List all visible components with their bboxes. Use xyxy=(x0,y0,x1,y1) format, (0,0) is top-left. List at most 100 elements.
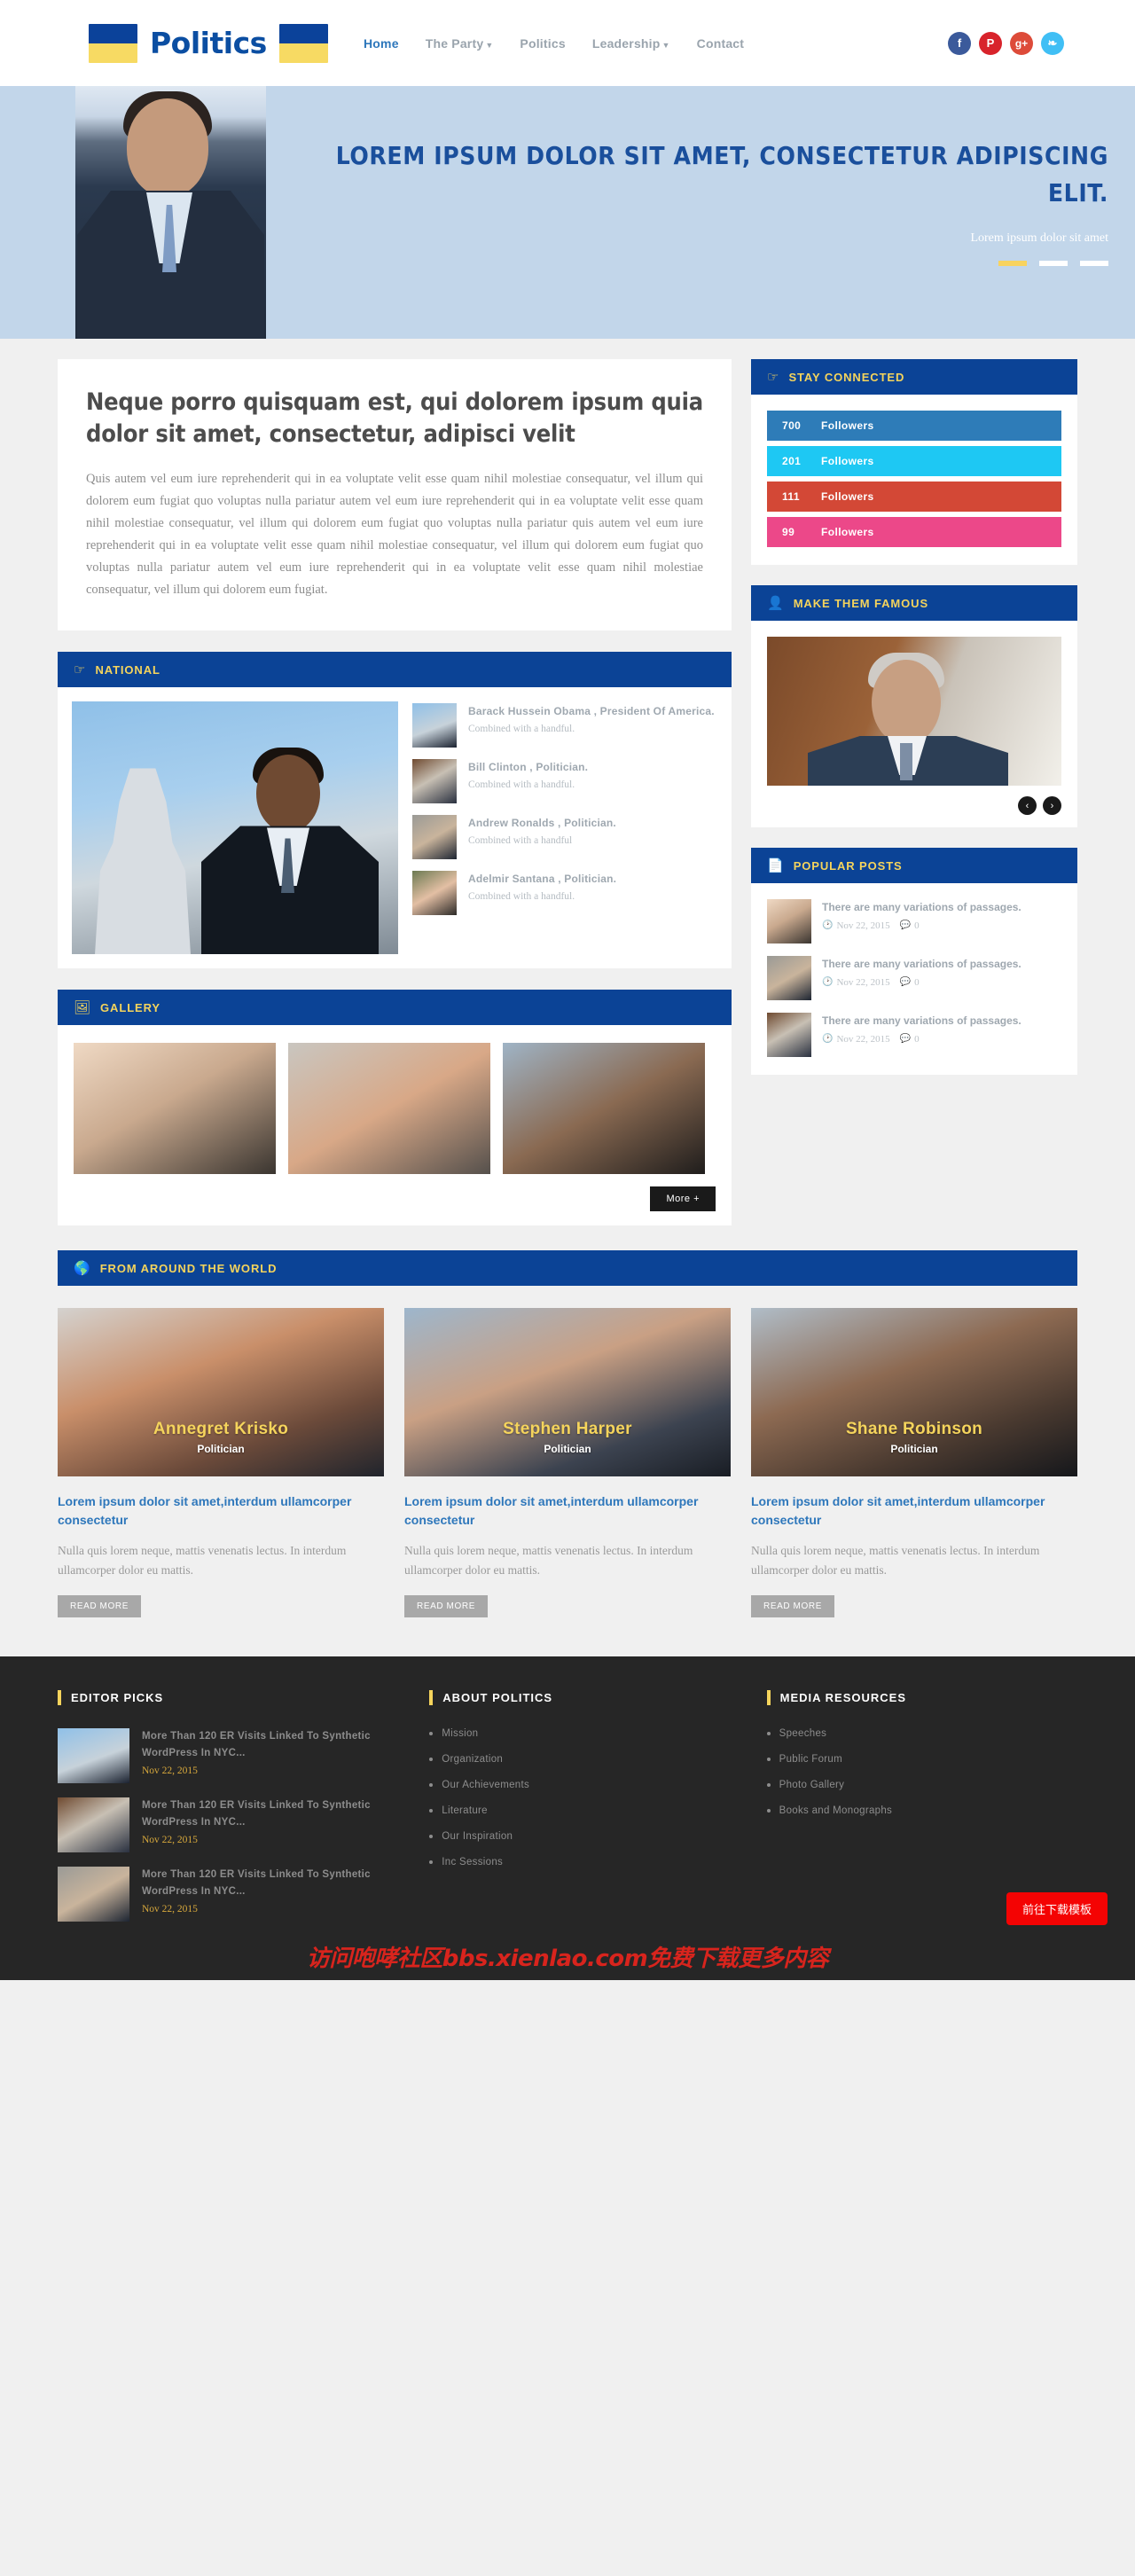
nav-item-politics[interactable]: Politics xyxy=(520,36,565,51)
read-more-button[interactable]: READ MORE xyxy=(751,1595,834,1618)
world-title: FROM AROUND THE WORLD xyxy=(99,1261,278,1275)
bullet-icon xyxy=(429,1732,434,1736)
world-header: 🌎 FROM AROUND THE WORLD xyxy=(58,1250,1077,1287)
post-date: 🕑 Nov 22, 2015 xyxy=(822,1033,890,1045)
nav-item-the-party[interactable]: The Party ▼ xyxy=(426,36,494,51)
list-item[interactable]: More Than 120 ER Visits Linked To Synthe… xyxy=(58,1867,403,1922)
gallery-item[interactable] xyxy=(503,1043,705,1175)
footer-link-our-inspiration[interactable]: Our Inspiration xyxy=(429,1831,740,1842)
politician-thumbnail xyxy=(412,759,457,804)
national-title: NATIONAL xyxy=(95,662,160,677)
stay-connected-header: ☞ STAY CONNECTED xyxy=(751,359,1077,395)
facebook-icon[interactable]: f xyxy=(948,31,971,55)
footer-link-list: Mission Organization Our Achievements Li… xyxy=(429,1728,740,1867)
nav-item-contact[interactable]: Contact xyxy=(697,36,745,51)
footer-link-photo-gallery[interactable]: Photo Gallery xyxy=(766,1780,1077,1790)
read-more-button[interactable]: READ MORE xyxy=(58,1595,141,1618)
list-item[interactable]: Andrew Ronalds , Politician. Combined wi… xyxy=(412,815,717,860)
gallery-item[interactable] xyxy=(74,1043,276,1175)
politician-desc: Combined with a handful xyxy=(468,835,573,847)
footer-link-speeches[interactable]: Speeches xyxy=(766,1728,1077,1739)
prev-button[interactable]: ‹ xyxy=(1018,796,1037,815)
gallery-more-button[interactable]: More + xyxy=(650,1186,716,1212)
politician-desc: Combined with a handful. xyxy=(468,779,575,791)
footer-link-our-achievements[interactable]: Our Achievements xyxy=(429,1780,740,1790)
footer-link-organization[interactable]: Organization xyxy=(429,1754,740,1765)
world-card-heading[interactable]: Lorem ipsum dolor sit amet,interdum ulla… xyxy=(751,1492,1077,1530)
bullet-icon xyxy=(429,1809,434,1813)
post-title: More Than 120 ER Visits Linked To Synthe… xyxy=(142,1731,371,1759)
make-them-famous-widget: 👤 MAKE THEM FAMOUS ‹ › xyxy=(751,585,1077,827)
next-button[interactable]: › xyxy=(1043,796,1061,815)
chevron-down-icon: ▼ xyxy=(661,40,670,50)
pinterest-icon[interactable]: P xyxy=(979,31,1002,55)
comment-icon: 💬 xyxy=(899,1034,912,1045)
image-icon: 🖼 xyxy=(74,999,91,1015)
nav-label: The Party xyxy=(425,35,484,51)
politician-desc: Combined with a handful. xyxy=(468,891,575,903)
list-item[interactable]: Barack Hussein Obama , President Of Amer… xyxy=(412,703,717,748)
list-item[interactable]: Adelmir Santana , Politician. Combined w… xyxy=(412,871,717,916)
follower-count: 99 xyxy=(782,526,795,538)
download-template-button[interactable]: 前往下载模板 xyxy=(1006,1892,1108,1926)
nav-label: Home xyxy=(364,35,399,51)
list-item[interactable]: Bill Clinton , Politician. Combined with… xyxy=(412,759,717,804)
read-more-button[interactable]: READ MORE xyxy=(404,1595,488,1618)
bullet-icon xyxy=(429,1835,434,1839)
twitter-icon[interactable]: ❧ xyxy=(1041,31,1064,55)
list-item[interactable]: There are many variations of passages. 🕑… xyxy=(767,899,1061,943)
stay-connected-title: STAY CONNECTED xyxy=(788,370,905,384)
bullet-icon xyxy=(766,1809,771,1813)
world-card-body: Nulla quis lorem neque, mattis venenatis… xyxy=(404,1544,693,1578)
world-card-photo[interactable]: Shane Robinson Politician xyxy=(751,1308,1077,1477)
social-links: f P g+ ❧ xyxy=(948,31,1091,55)
slider-dot-2[interactable] xyxy=(1039,261,1068,266)
slider-dot-3[interactable] xyxy=(1080,261,1108,266)
post-date: Nov 22, 2015 xyxy=(142,1766,198,1777)
bullet-icon xyxy=(766,1758,771,1762)
follower-row-googleplus[interactable]: 111 Followers xyxy=(767,482,1061,512)
follower-row-facebook[interactable]: 700 Followers xyxy=(767,411,1061,441)
post-title: More Than 120 ER Visits Linked To Synthe… xyxy=(142,1869,371,1898)
globe-icon: 🌎 xyxy=(74,1260,90,1276)
person-role: Politician xyxy=(890,1443,938,1456)
nav-label: Leadership xyxy=(591,35,661,51)
clock-icon: 🕑 xyxy=(822,1034,834,1045)
site-header: Politics Home The Party ▼ Politics Leader… xyxy=(0,0,1135,86)
follower-row-twitter[interactable]: 201 Followers xyxy=(767,446,1061,476)
list-item[interactable]: There are many variations of passages. 🕑… xyxy=(767,1013,1061,1057)
intro-card: Neque porro quisquam est, qui dolorem ip… xyxy=(58,359,732,631)
post-title: There are many variations of passages. xyxy=(822,901,1022,913)
follower-label: Followers xyxy=(821,419,874,432)
list-item[interactable]: There are many variations of passages. 🕑… xyxy=(767,956,1061,1000)
nav-label: Politics xyxy=(520,35,566,51)
gallery-item[interactable] xyxy=(288,1043,490,1175)
slider-dot-1[interactable] xyxy=(998,261,1027,266)
bullet-icon xyxy=(766,1783,771,1788)
footer-link-inc-sessions[interactable]: Inc Sessions xyxy=(429,1857,740,1867)
site-watermark: 访问咆哮社区bbs.xienlao.com免费下载更多内容 xyxy=(306,1946,829,1973)
nav-item-home[interactable]: Home xyxy=(364,36,399,51)
list-item[interactable]: More Than 120 ER Visits Linked To Synthe… xyxy=(58,1797,403,1853)
world-card-photo[interactable]: Stephen Harper Politician xyxy=(404,1308,731,1477)
nav-item-leadership[interactable]: Leadership ▼ xyxy=(592,36,670,51)
list-item[interactable]: More Than 120 ER Visits Linked To Synthe… xyxy=(58,1728,403,1784)
national-feature-photo xyxy=(72,701,398,955)
footer-link-mission[interactable]: Mission xyxy=(429,1728,740,1739)
person-role: Politician xyxy=(197,1443,245,1456)
make-famous-header: 👤 MAKE THEM FAMOUS xyxy=(751,585,1077,621)
world-card-photo[interactable]: Annegret Krisko Politician xyxy=(58,1308,384,1477)
follower-row-dribbble[interactable]: 99 Followers xyxy=(767,517,1061,547)
footer-link-books-and-monographs[interactable]: Books and Monographs xyxy=(766,1805,1077,1816)
world-card-heading[interactable]: Lorem ipsum dolor sit amet,interdum ulla… xyxy=(404,1492,731,1530)
world-card-heading[interactable]: Lorem ipsum dolor sit amet,interdum ulla… xyxy=(58,1492,384,1530)
page-body: Neque porro quisquam est, qui dolorem ip… xyxy=(0,339,1135,1618)
post-thumbnail xyxy=(58,1797,129,1853)
site-logo[interactable]: Politics xyxy=(44,23,337,63)
hero-title: LOREM IPSUM DOLOR SIT AMET, CONSECTETUR … xyxy=(335,141,1108,207)
post-thumbnail xyxy=(58,1728,129,1784)
footer-link-literature[interactable]: Literature xyxy=(429,1805,740,1816)
footer-link-public-forum[interactable]: Public Forum xyxy=(766,1754,1077,1765)
politician-thumbnail xyxy=(412,815,457,860)
googleplus-icon[interactable]: g+ xyxy=(1010,31,1033,55)
